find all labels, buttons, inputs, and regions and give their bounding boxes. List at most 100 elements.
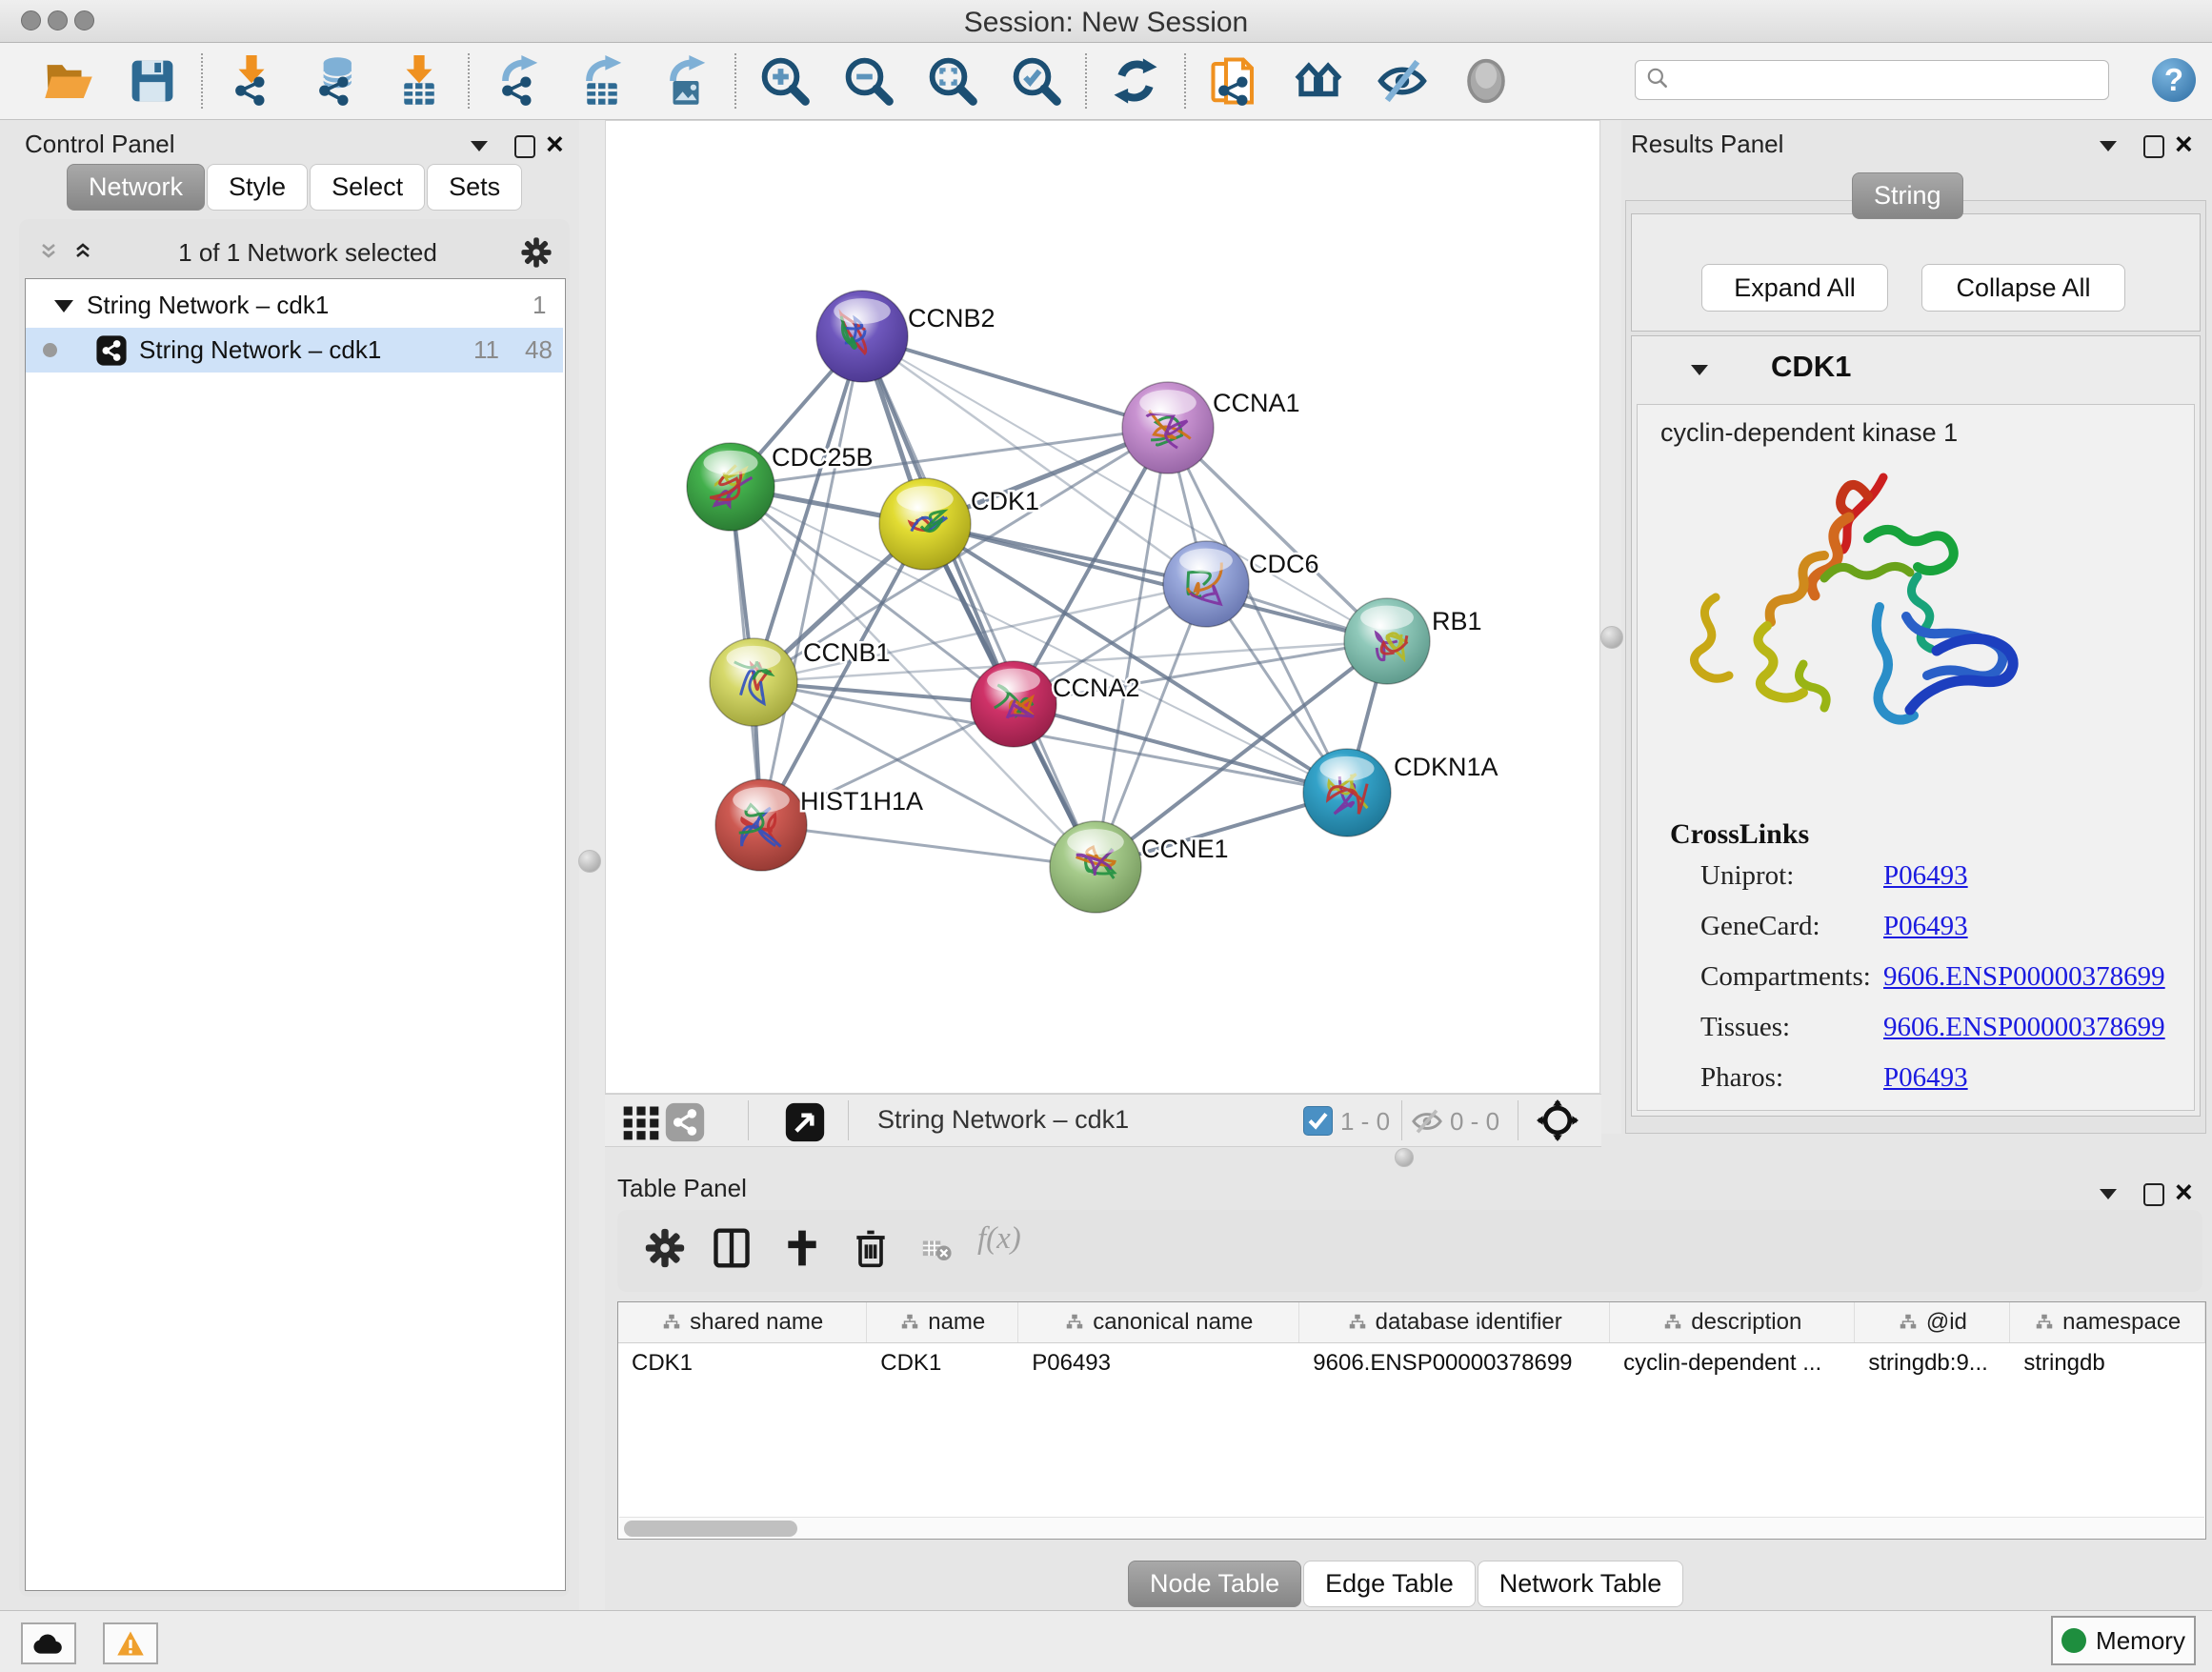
birdseye-view-icon[interactable] — [1537, 1099, 1579, 1141]
table-cell[interactable]: CDK1 — [867, 1343, 1018, 1383]
network-node-CDC6[interactable] — [1163, 541, 1249, 627]
zoom-fit-icon[interactable] — [927, 55, 978, 107]
expand-all-button[interactable]: Expand All — [1701, 264, 1888, 312]
crosslink-link[interactable]: P06493 — [1883, 1062, 1968, 1094]
table-gear-icon[interactable] — [644, 1227, 686, 1269]
gene-expander-icon[interactable] — [1691, 365, 1708, 375]
tab-sets[interactable]: Sets — [427, 164, 522, 211]
warning-button[interactable] — [103, 1622, 158, 1664]
node-label-CDC25B: CDC25B — [772, 443, 874, 472]
show-columns-icon[interactable] — [711, 1227, 753, 1269]
table-panel-window-icon[interactable] — [2143, 1183, 2164, 1206]
crosslink-link[interactable]: P06493 — [1883, 860, 1968, 892]
crosslink-link[interactable]: P06493 — [1883, 911, 1968, 942]
right-splitter-handle[interactable] — [1600, 626, 1623, 649]
network-canvas[interactable]: CCNB2CCNA1CDC25BCDK1CDC6RB1CCNB1CCNA2CDK… — [605, 120, 1600, 1094]
import-database-icon[interactable] — [310, 55, 361, 107]
help-button[interactable]: ? — [2152, 58, 2196, 102]
network-row-selected[interactable]: String Network – cdk1 11 48 — [26, 328, 563, 373]
string-network-icon — [95, 334, 128, 367]
left-splitter-handle[interactable] — [578, 850, 601, 873]
control-panel-window-icon[interactable] — [514, 135, 535, 158]
zoom-selected-icon[interactable] — [1011, 55, 1062, 107]
network-node-CDK1[interactable] — [879, 478, 971, 570]
column-header-namespace[interactable]: namespace — [2010, 1302, 2205, 1342]
zoom-out-icon[interactable] — [843, 55, 895, 107]
column-header-@id[interactable]: @id — [1855, 1302, 2010, 1342]
tab-select[interactable]: Select — [310, 164, 425, 211]
save-icon[interactable] — [127, 55, 178, 107]
table-row[interactable]: CDK1CDK1P064939606.ENSP00000378699cyclin… — [618, 1343, 2205, 1383]
zoom-in-icon[interactable] — [759, 55, 811, 107]
table-cell[interactable]: P06493 — [1018, 1343, 1299, 1383]
export-network-icon[interactable] — [493, 55, 544, 107]
expander-icon[interactable] — [54, 300, 73, 312]
network-node-CDKN1A[interactable] — [1303, 749, 1391, 836]
network-node-HIST1H1A[interactable] — [715, 779, 807, 871]
export-table-icon[interactable] — [576, 55, 628, 107]
control-panel-float-icon[interactable] — [471, 141, 488, 151]
network-node-CCNB2[interactable] — [816, 291, 908, 382]
table-panel-float-icon[interactable] — [2100, 1189, 2117, 1199]
hide-selected-icon[interactable] — [1377, 55, 1428, 107]
network-node-CCNB1[interactable] — [710, 638, 797, 726]
column-header-name[interactable]: name — [867, 1302, 1018, 1342]
expand-all-icon[interactable] — [72, 241, 95, 264]
network-share-view-icon[interactable] — [664, 1101, 706, 1143]
crosslink-link[interactable]: 9606.ENSP00000378699 — [1883, 961, 2165, 993]
import-table-icon[interactable] — [393, 55, 445, 107]
crosslink-row: Uniprot:P06493 — [1638, 860, 2196, 898]
memory-button[interactable]: Memory — [2051, 1616, 2196, 1665]
column-header-shared-name[interactable]: shared name — [618, 1302, 867, 1342]
results-panel-float-icon[interactable] — [2100, 141, 2117, 151]
cloud-button[interactable] — [21, 1622, 76, 1664]
table-cell[interactable]: stringdb:9... — [1855, 1343, 2010, 1383]
export-image-icon[interactable] — [660, 55, 712, 107]
table-cell[interactable]: stringdb — [2010, 1343, 2205, 1383]
table-panel-close-icon[interactable]: × — [2175, 1179, 2193, 1204]
refresh-icon[interactable] — [1110, 55, 1161, 107]
network-collection-row[interactable]: String Network – cdk1 1 — [26, 283, 563, 328]
tab-string[interactable]: String — [1852, 172, 1963, 219]
results-panel-window-icon[interactable] — [2143, 135, 2164, 158]
open-file-icon[interactable] — [43, 55, 94, 107]
column-header-canonical-name[interactable]: canonical name — [1018, 1302, 1299, 1342]
collapse-all-icon[interactable] — [38, 241, 61, 264]
crosslink-link[interactable]: 9606.ENSP00000378699 — [1883, 1012, 2165, 1043]
table-cell[interactable]: 9606.ENSP00000378699 — [1299, 1343, 1610, 1383]
clone-network-icon[interactable] — [1209, 55, 1260, 107]
results-panel-close-icon[interactable]: × — [2175, 131, 2193, 156]
table-hscrollbar-thumb[interactable] — [624, 1521, 797, 1537]
network-node-RB1[interactable] — [1344, 598, 1430, 684]
control-panel-close-icon[interactable]: × — [546, 131, 564, 156]
import-network-icon[interactable] — [226, 55, 277, 107]
add-column-icon[interactable] — [781, 1227, 823, 1269]
network-options-gear-icon[interactable] — [520, 236, 553, 269]
show-graphics-icon[interactable] — [1460, 55, 1512, 107]
selected-checkbox[interactable] — [1303, 1106, 1333, 1136]
tab-style[interactable]: Style — [207, 164, 308, 211]
grid-view-icon[interactable] — [620, 1101, 662, 1143]
delete-column-icon[interactable] — [850, 1227, 892, 1269]
table-hscrollbar[interactable] — [619, 1517, 2204, 1539]
tab-node-table[interactable]: Node Table — [1128, 1561, 1301, 1607]
network-node-CCNA2[interactable] — [971, 661, 1056, 747]
table-cell[interactable]: cyclin-dependent ... — [1610, 1343, 1855, 1383]
column-header-database-identifier[interactable]: database identifier — [1299, 1302, 1610, 1342]
network-node-CDC25B[interactable] — [687, 443, 774, 531]
tab-network[interactable]: Network — [67, 164, 205, 211]
column-header-description[interactable]: description — [1610, 1302, 1855, 1342]
column-tree-icon — [1064, 1312, 1085, 1333]
network-node-CCNA1[interactable] — [1122, 382, 1214, 473]
collapse-all-button[interactable]: Collapse All — [1921, 264, 2125, 312]
bottom-splitter-handle[interactable] — [1395, 1148, 1414, 1167]
node-label-CCNB2: CCNB2 — [908, 304, 995, 332]
search-input[interactable] — [1670, 62, 2108, 98]
network-node-CCNE1[interactable] — [1050, 821, 1141, 913]
search-box[interactable] — [1635, 60, 2109, 100]
table-cell[interactable]: CDK1 — [618, 1343, 867, 1383]
tab-network-table[interactable]: Network Table — [1478, 1561, 1684, 1607]
tab-edge-table[interactable]: Edge Table — [1303, 1561, 1476, 1607]
first-neighbors-icon[interactable] — [1293, 55, 1344, 107]
export-view-icon[interactable] — [784, 1101, 826, 1143]
